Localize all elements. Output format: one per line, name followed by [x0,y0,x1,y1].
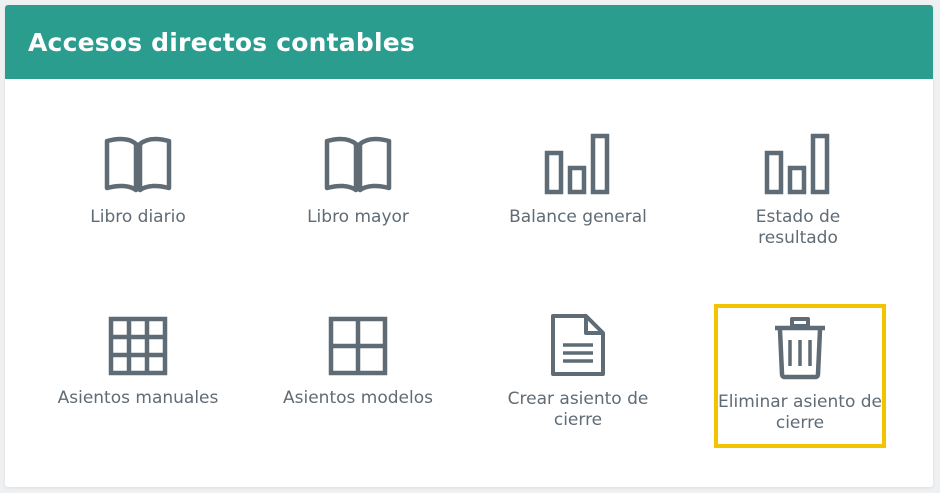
document-icon [551,314,605,376]
shortcut-label: Estado de resultado [755,207,841,248]
shortcut-label: Asientos modelos [283,388,433,408]
bar-chart-icon [544,133,610,195]
shortcut-libro-mayor[interactable]: Libro mayor [275,135,441,228]
shortcut-balance-general[interactable]: Balance general [495,133,661,228]
shortcut-label: Libro diario [90,207,186,227]
shortcut-label: Balance general [509,207,647,227]
shortcut-crear-asiento-de-cierre[interactable]: Crear asiento de cierre [495,313,661,431]
shortcut-label: Eliminar asiento de cierre [718,392,883,433]
trash-icon [775,317,825,380]
grid-3x3-icon [108,316,168,376]
book-open-icon [104,136,172,193]
grid-2x2-icon [328,316,388,376]
shortcut-estado-de-resultado[interactable]: Estado de resultado [715,133,881,249]
book-open-icon [324,136,392,193]
shortcut-libro-diario[interactable]: Libro diario [55,135,221,228]
shortcut-asientos-modelos[interactable]: Asientos modelos [275,316,441,409]
shortcut-label: Asientos manuales [57,388,219,408]
accounting-shortcuts-card: Accesos directos contables Libro diario … [5,5,933,487]
card-header: Accesos directos contables [5,5,933,79]
shortcut-asientos-manuales[interactable]: Asientos manuales [55,316,221,409]
card-title: Accesos directos contables [28,27,415,57]
shortcut-label: Libro mayor [307,207,409,227]
bar-chart-icon [764,133,830,195]
shortcut-label: Crear asiento de cierre [507,389,649,430]
shortcut-eliminar-asiento-de-cierre[interactable]: Eliminar asiento de cierre [714,304,886,448]
